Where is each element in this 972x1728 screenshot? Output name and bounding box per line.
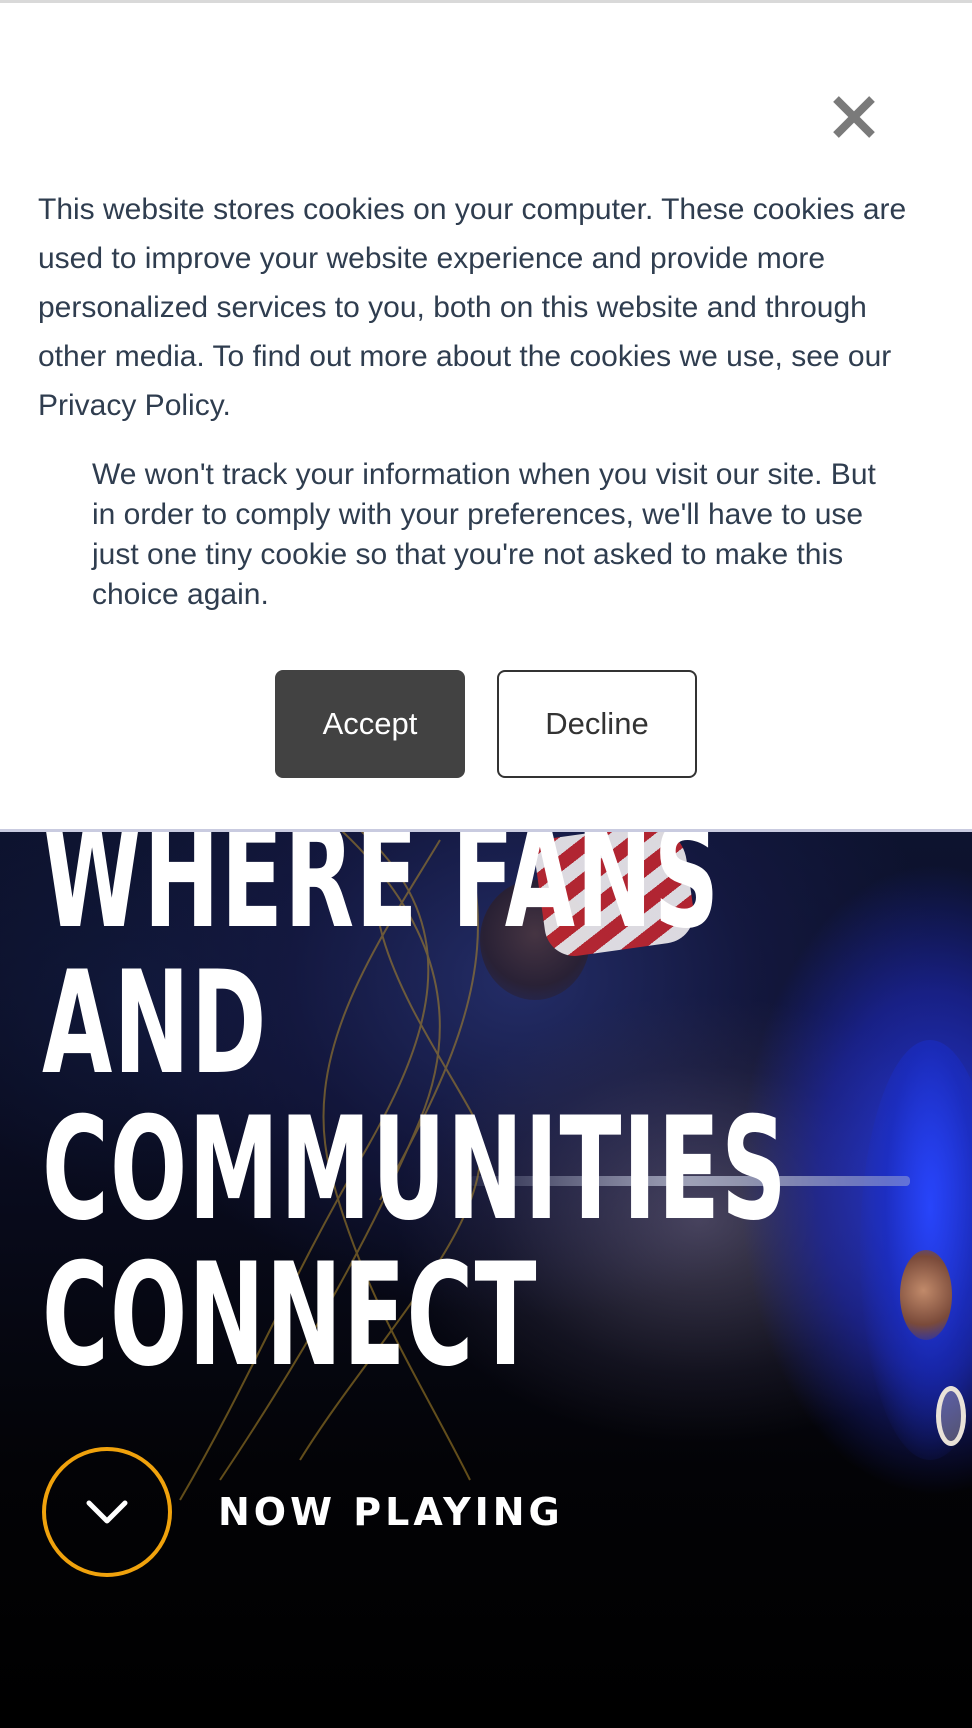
- accept-button[interactable]: Accept: [275, 670, 465, 778]
- close-icon: [833, 96, 875, 138]
- hero-title-line-4: CONNECT: [42, 1233, 538, 1398]
- hero-title-line-3: COMMUNITIES: [42, 1087, 788, 1252]
- now-playing-circle[interactable]: [42, 1447, 172, 1577]
- now-playing-label[interactable]: NOW PLAYING: [218, 1490, 564, 1534]
- hero-title: WHERE FANS AND COMMUNITIES CONNECT: [42, 805, 788, 1389]
- cookie-decline-note: We won't track your information when you…: [92, 458, 876, 611]
- now-playing-button[interactable]: NOW PLAYING: [42, 1447, 564, 1577]
- decline-button[interactable]: Decline: [497, 670, 697, 778]
- cookie-message: This website stores cookies on your comp…: [38, 193, 907, 422]
- hero-title-line-2: AND: [42, 941, 268, 1106]
- chevron-down-icon: [86, 1500, 128, 1524]
- cookie-consent-banner: This website stores cookies on your comp…: [0, 0, 972, 832]
- page: WHERE FANS AND COMMUNITIES CONNECT NOW P…: [0, 0, 972, 1728]
- close-banner-button[interactable]: [826, 89, 882, 145]
